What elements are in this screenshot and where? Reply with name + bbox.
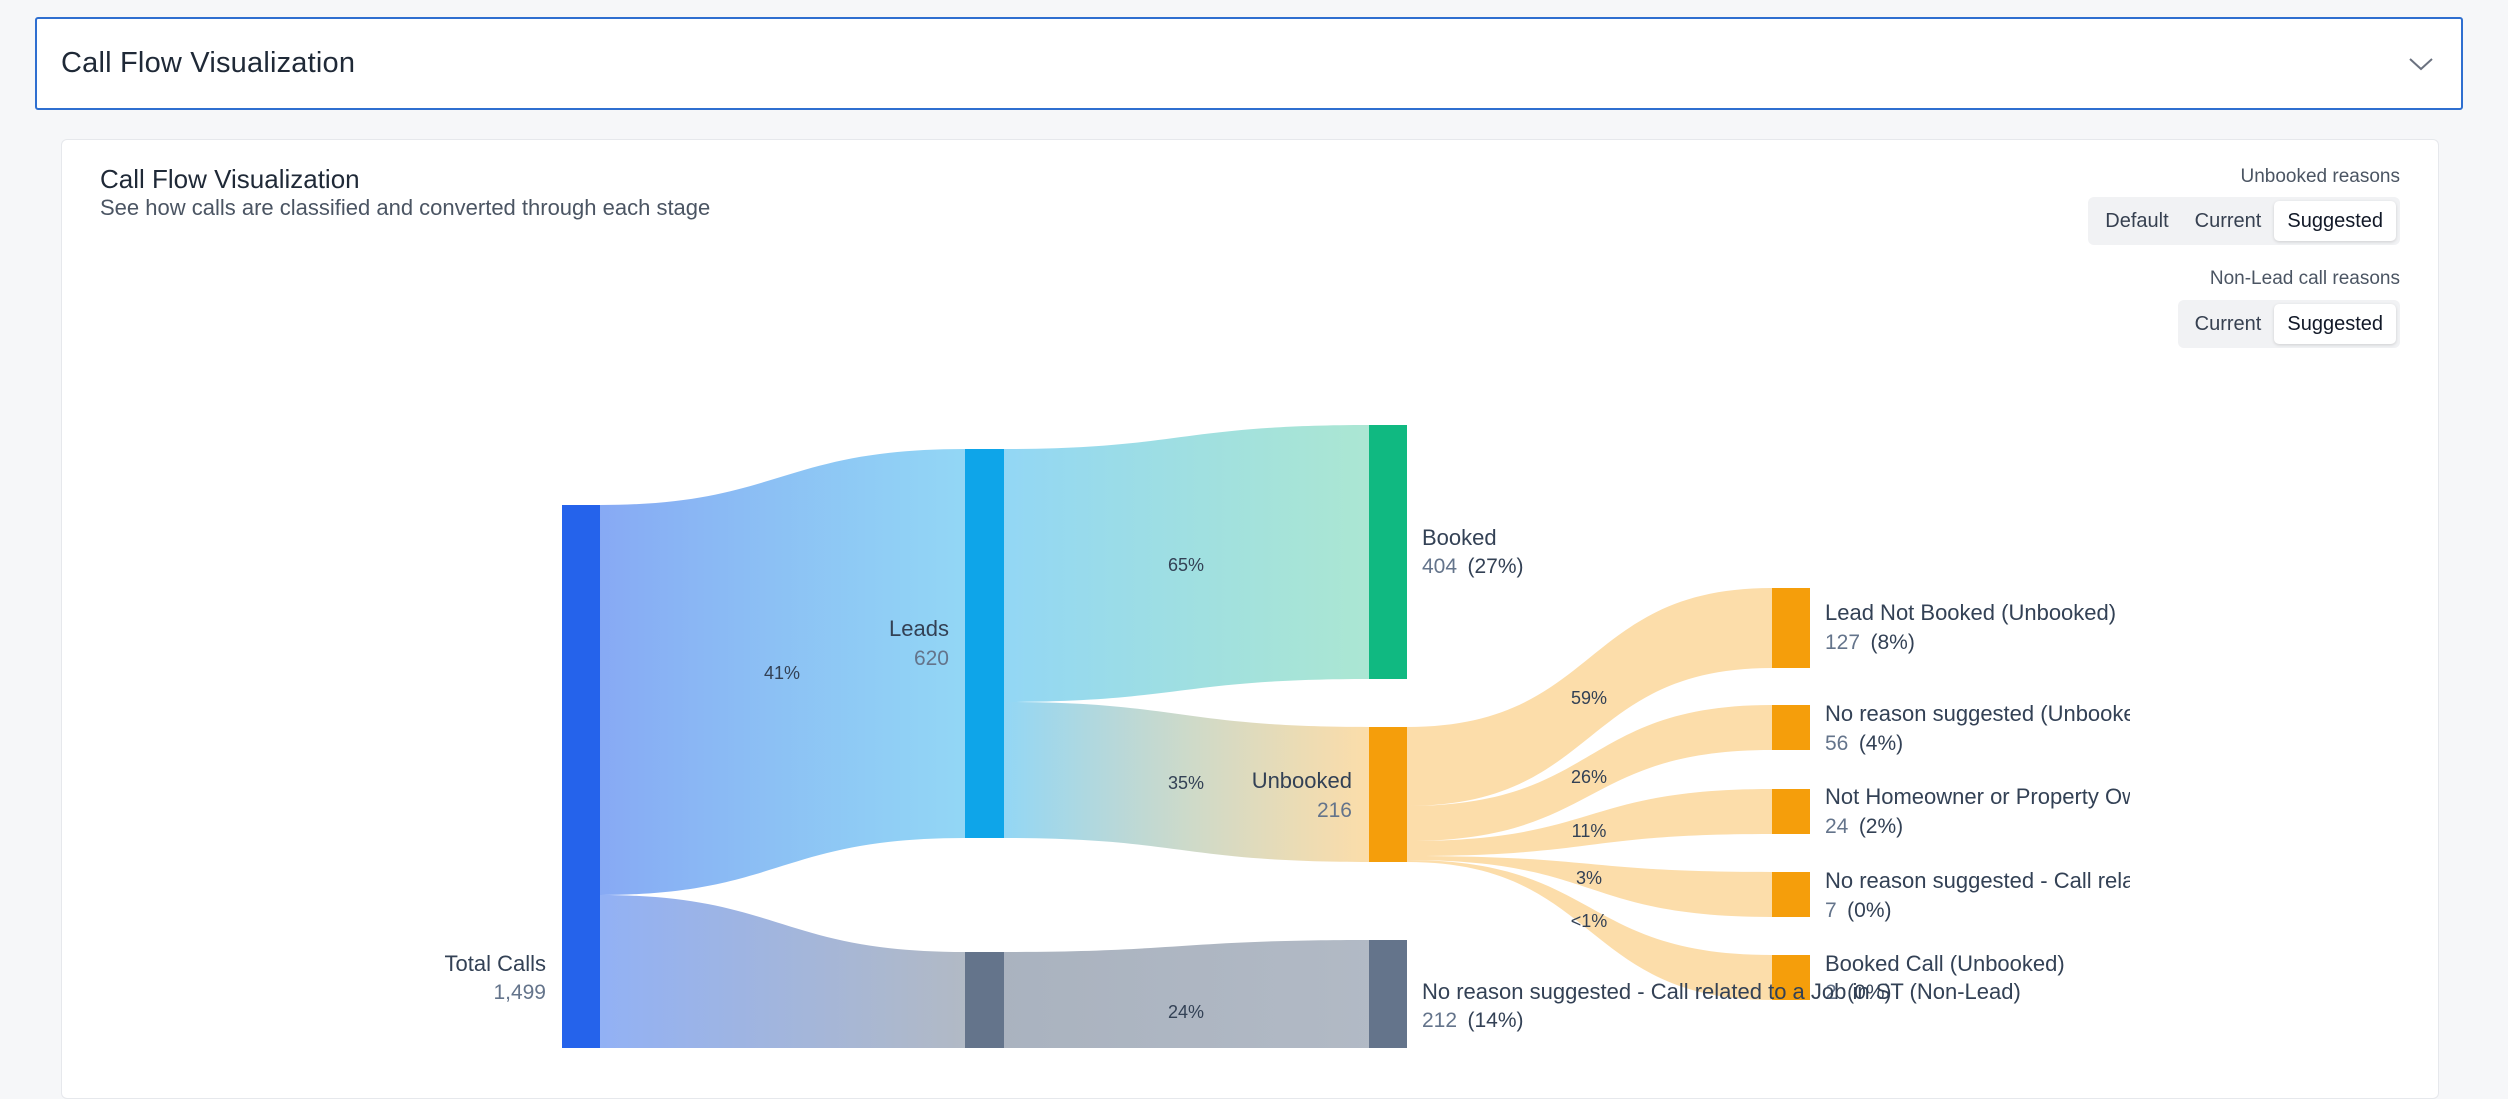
link-label-r4: 3% [1576,868,1602,888]
value-total-calls: 1,499 [493,981,546,1004]
node-leads[interactable] [965,449,1004,838]
link-label-total-leads: 41% [764,663,800,683]
link-label-r1: 59% [1571,688,1607,708]
value-reason-1-line: 127 (8%) [1825,631,1915,654]
link-nonlead [1004,940,1369,1048]
value-reason-1: 127 [1825,631,1860,654]
value-nonlead-line: 212 (14%) [1422,1009,1524,1032]
label-total-calls: Total Calls [445,951,546,976]
node-unbooked[interactable] [1369,727,1407,862]
link-label-nonlead: 24% [1168,1002,1204,1022]
label-reason-1: Lead Not Booked (Unbooked) [1825,600,2116,625]
pct-reason-3: (2%) [1859,815,1903,838]
value-nonlead: 212 [1422,1009,1457,1032]
sankey-chart: 41% 65% 35% 24% 59% 26% 11% 3% <1% Total… [445,425,2170,1048]
label-reason-4: No reason suggested - Call related [1825,868,2165,893]
value-reason-3-line: 24 (2%) [1825,815,1903,838]
pct-reason-4: (0%) [1847,899,1891,922]
link-label-r5: <1% [1571,911,1608,931]
node-reason-2[interactable] [1772,705,1810,750]
node-nonlead-reason[interactable] [1369,940,1407,1048]
value-reason-4: 7 [1825,899,1837,922]
label-nonlead-reason: No reason suggested - Call related to a … [1422,979,2021,1004]
node-booked[interactable] [1369,425,1407,679]
value-reason-2-line: 56 (4%) [1825,732,1903,755]
value-reason-4-line: 7 (0%) [1825,899,1891,922]
node-reason-4[interactable] [1772,872,1810,917]
label-booked: Booked [1422,525,1497,550]
link-label-leads-unbooked: 35% [1168,773,1204,793]
link-total-nonlead [600,895,965,1048]
node-total-calls[interactable] [562,505,600,1048]
node-nonlead-stage[interactable] [965,952,1004,1048]
pct-nonlead: (14%) [1468,1009,1524,1032]
value-reason-3: 24 [1825,815,1849,838]
pct-reason-2: (4%) [1859,732,1903,755]
value-leads: 620 [914,647,949,670]
label-leads: Leads [889,616,949,641]
label-reason-5: Booked Call (Unbooked) [1825,951,2065,976]
pct-booked: (27%) [1468,555,1524,578]
link-label-r3: 11% [1572,821,1607,841]
link-label-r2: 26% [1571,767,1607,787]
label-reason-3: Not Homeowner or Property Owner [1825,784,2170,809]
value-booked-line: 404 (27%) [1422,555,1524,578]
node-reason-1[interactable] [1772,588,1810,668]
pct-reason-1: (8%) [1871,631,1915,654]
link-label-leads-booked: 65% [1168,555,1204,575]
value-booked: 404 [1422,555,1457,578]
node-reason-3[interactable] [1772,789,1810,834]
label-unbooked: Unbooked [1252,768,1352,793]
value-reason-2: 56 [1825,732,1848,755]
label-reason-2: No reason suggested (Unbooked) [1825,701,2155,726]
value-unbooked: 216 [1317,799,1352,822]
